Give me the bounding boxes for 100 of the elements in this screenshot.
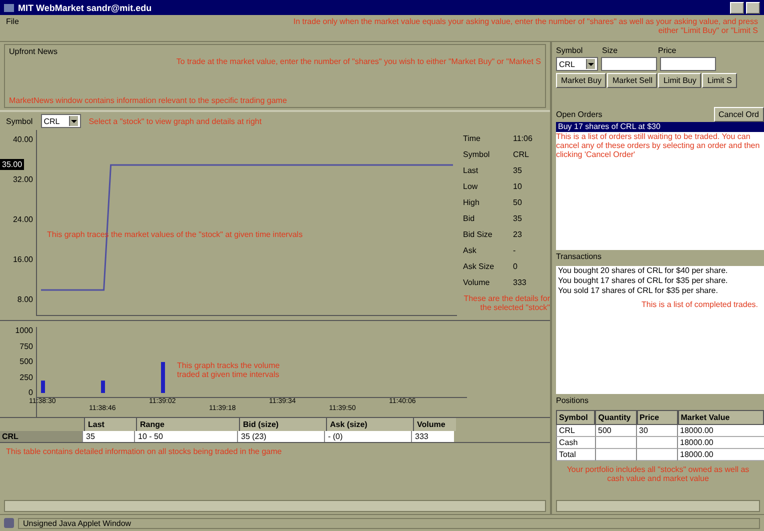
trade-button[interactable]: Limit Buy	[658, 73, 702, 88]
symbol-dropdown[interactable]: CRL	[40, 114, 81, 128]
detail-label: Ask	[463, 246, 478, 255]
transaction-item: You sold 17 shares of CRL for $35 per share.	[557, 286, 719, 296]
detail-value: 0	[513, 262, 518, 271]
help-note: Select a "stock" to view graph and details at right	[88, 116, 262, 126]
transaction-item: You bought 17 shares of CRL for $35 per share.	[557, 276, 729, 286]
detail-value: -	[513, 246, 516, 255]
status-text: Unsigned Java Applet Window	[18, 518, 760, 528]
axis-label: 1000	[15, 326, 33, 335]
table-cell: 18000.00	[677, 449, 764, 461]
table-cell: 500	[595, 425, 636, 437]
detail-value: 10	[513, 182, 522, 191]
scrollbar[interactable]	[556, 500, 760, 512]
axis-label: 40.00	[12, 135, 33, 144]
table-cell: CRL	[556, 425, 595, 437]
table-cell: 30	[636, 425, 677, 437]
help-note: This graph tracks the volume traded at given time intervals	[177, 361, 281, 379]
price-marker: 35.00	[0, 159, 24, 170]
help-note: These are the details for the selected "stock"	[462, 294, 550, 312]
cancel-order-button[interactable]: Cancel Ord	[714, 106, 764, 122]
size-field[interactable]	[601, 57, 657, 71]
help-note: In trade only when the market value equals your asking value, enter the number of "shares" as well as your asking value, and press either "Limit Buy" or "Limit S	[292, 17, 758, 35]
help-note: MarketNews window contains information relevant to the specific trading game	[9, 96, 288, 105]
column-header: Symbol	[556, 410, 596, 425]
app-icon	[4, 4, 14, 12]
axis-label: 0	[28, 388, 33, 397]
detail-label: Volume	[463, 278, 491, 287]
detail-label: Ask Size	[463, 262, 496, 271]
help-note: To trade at the market value, enter the number of "shares" you wish to either "Market Buy" or "Market S	[176, 57, 541, 66]
detail-value: 333	[513, 278, 526, 287]
column-header: Market Value	[678, 410, 764, 425]
table-cell: 18000.00	[677, 437, 764, 449]
volume-bar	[161, 362, 165, 393]
trade-button[interactable]: Market Buy	[556, 73, 606, 88]
panel-title: Upfront News	[9, 47, 58, 58]
axis-label: 24.00	[12, 215, 33, 224]
trade-button[interactable]: Limit S	[702, 73, 737, 88]
row-header: CRL	[0, 431, 82, 442]
detail-label: Bid Size	[463, 230, 494, 239]
panel-title: Transactions	[556, 252, 602, 261]
detail-label: Last	[463, 166, 480, 175]
detail-value: 35	[513, 166, 522, 175]
field-label: Size	[602, 46, 619, 55]
axis-label: 32.00	[12, 175, 33, 184]
column-header: Range	[136, 418, 239, 431]
table-cell	[595, 437, 636, 449]
axis-label: 16.00	[12, 255, 33, 264]
table-cell: Total	[556, 449, 595, 461]
field-label: Symbol	[6, 116, 33, 126]
axis-label: 250	[20, 372, 33, 382]
axis-label: 750	[20, 342, 33, 350]
column-header: Ask (size)	[326, 418, 413, 431]
column-header: Price	[636, 410, 678, 425]
order-item[interactable]: Buy 17 shares of CRL at $30	[556, 122, 764, 132]
field-label: Price	[658, 46, 676, 55]
column-header: Volume	[413, 418, 456, 431]
table-cell: 10 - 50	[134, 431, 237, 442]
table-cell	[595, 449, 636, 461]
detail-value: 35	[513, 214, 522, 223]
trade-button[interactable]: Market Sell	[607, 73, 658, 88]
menu-item[interactable]: File	[6, 17, 19, 26]
table-cell: 35	[82, 431, 134, 442]
table-cell	[636, 449, 677, 461]
field-label: Symbol	[556, 46, 584, 55]
help-note: This table contains detailed information on all stocks being traded in the game	[6, 447, 282, 456]
table-cell: 35 (23)	[237, 431, 324, 442]
help-note: Your portfolio includes all "stocks" owned as well as cash value and market value	[566, 465, 750, 483]
table-cell: - (0)	[324, 431, 411, 442]
volume-bar	[101, 380, 105, 393]
help-note: This is a list of completed trades.	[640, 300, 759, 309]
window-title: MIT WebMarket sandr@mit.edu	[18, 2, 152, 12]
detail-value: 11:06	[513, 134, 532, 143]
detail-label: Low	[463, 182, 479, 191]
detail-label: Bid	[463, 214, 476, 223]
panel-title: Open Orders	[556, 110, 602, 118]
scrollbar[interactable]	[4, 500, 546, 512]
axis-label: 8.00	[17, 295, 33, 304]
help-note: This is a list of orders still waiting to be traded. You can cancel any of these orders by selecting an order and then clicking 'Cancel Order'	[556, 132, 761, 159]
panel-title: Positions	[556, 396, 588, 405]
detail-value: 50	[513, 198, 522, 207]
price-field[interactable]	[660, 57, 716, 71]
transaction-item: You bought 20 shares of CRL for $40 per share.	[557, 266, 729, 276]
axis-label: 500	[20, 357, 33, 366]
volume-bar	[41, 380, 45, 393]
detail-label: High	[463, 198, 480, 207]
minimize-icon[interactable]	[730, 2, 744, 14]
table-cell: 333	[411, 431, 454, 442]
column-header: Quantity	[595, 410, 637, 425]
column-header: Last	[84, 418, 136, 431]
table-cell: 18000.00	[677, 425, 764, 437]
maximize-icon[interactable]	[746, 2, 760, 14]
detail-label: Time	[463, 134, 482, 143]
detail-label: Symbol	[463, 150, 491, 159]
table-cell	[636, 437, 677, 449]
column-header: Bid (size)	[239, 418, 326, 431]
symbol-dropdown[interactable]: CRL	[556, 57, 598, 71]
table-cell: Cash	[556, 437, 595, 449]
detail-value: CRL	[513, 150, 530, 159]
detail-value: 23	[513, 230, 522, 239]
